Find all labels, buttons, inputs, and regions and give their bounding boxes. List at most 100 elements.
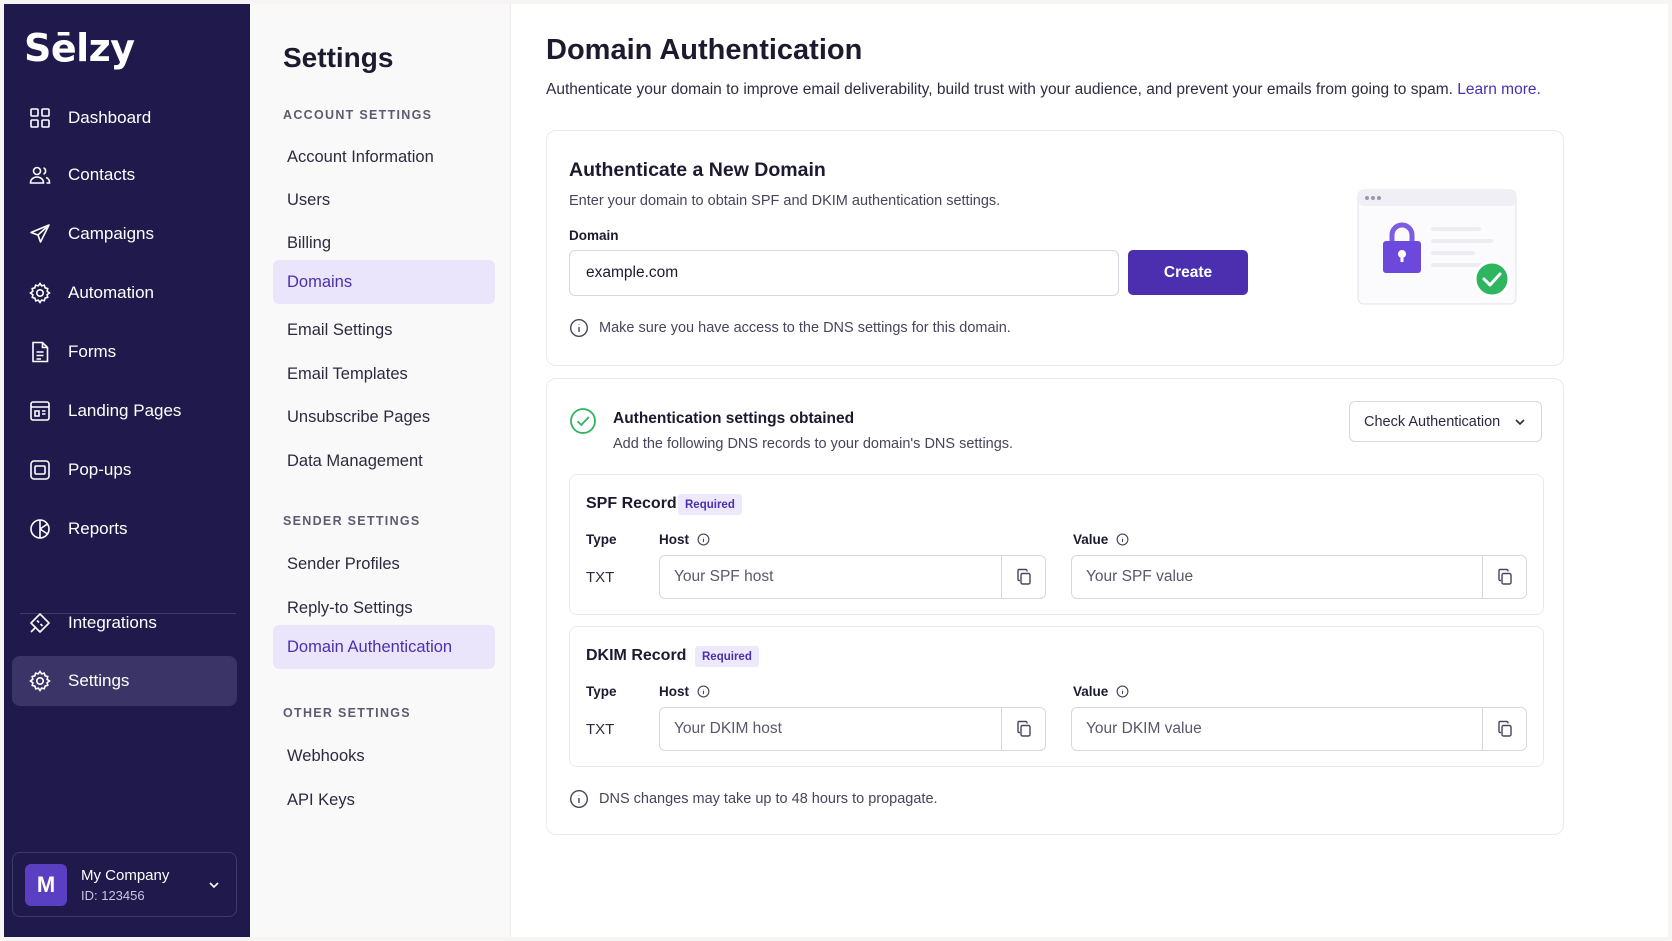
nav-item-campaigns[interactable]: Campaigns xyxy=(12,208,237,260)
subnav-item-account-information[interactable]: Account Information xyxy=(273,135,495,179)
hint-text: DNS changes may take up to 48 hours to p… xyxy=(599,791,938,807)
description-text: Authenticate your domain to improve emai… xyxy=(546,81,1453,98)
domain-input[interactable] xyxy=(569,250,1119,296)
domain-label: Domain xyxy=(569,228,619,243)
document-icon xyxy=(32,341,49,363)
nav-item-reports[interactable]: Reports xyxy=(12,503,237,555)
copy-icon xyxy=(1497,568,1512,585)
dkim-record-title: DKIM Record xyxy=(586,647,687,664)
host-label: Host xyxy=(659,532,710,547)
copy-dkim-host-button[interactable] xyxy=(1001,708,1045,750)
company-info: My Company ID: 123456 xyxy=(81,867,169,903)
nav-item-landing-pages[interactable]: Landing Pages xyxy=(12,385,237,437)
host-label: Host xyxy=(659,684,710,699)
info-icon[interactable] xyxy=(697,685,710,698)
spf-value-input[interactable] xyxy=(1072,556,1482,598)
subnav-item-users[interactable]: Users xyxy=(273,178,495,222)
host-label-text: Host xyxy=(659,532,689,547)
nav-item-settings[interactable]: Settings xyxy=(12,656,237,706)
dns-propagation-hint: DNS changes may take up to 48 hours to p… xyxy=(569,789,938,809)
info-icon xyxy=(569,318,589,338)
required-badge: Required xyxy=(695,646,759,667)
pie-chart-icon xyxy=(30,519,50,539)
app-window: Sēlzy Dashboard Contacts Campaigns Autom… xyxy=(4,4,1668,937)
new-domain-title: Authenticate a New Domain xyxy=(569,159,826,181)
company-switcher[interactable]: M My Company ID: 123456 xyxy=(12,852,237,917)
subnav-item-domains[interactable]: Domains xyxy=(273,260,495,304)
subnav-item-data-management[interactable]: Data Management xyxy=(273,439,495,483)
nav-label: Automation xyxy=(68,283,154,302)
spf-record-title: SPF Record xyxy=(586,495,677,512)
host-label-text: Host xyxy=(659,684,689,699)
value-label-text: Value xyxy=(1073,532,1109,547)
nav-label: Landing Pages xyxy=(68,401,182,420)
auth-records-card: Authentication settings obtained Add the… xyxy=(546,378,1564,835)
create-button[interactable]: Create xyxy=(1128,250,1248,295)
nav-label: Settings xyxy=(68,671,130,690)
nav-item-forms[interactable]: Forms xyxy=(12,326,237,378)
lock-illustration xyxy=(1357,189,1517,305)
gear-icon xyxy=(29,282,51,304)
value-label: Value xyxy=(1073,532,1129,547)
subnav-item-webhooks[interactable]: Webhooks xyxy=(273,734,495,778)
copy-dkim-value-button[interactable] xyxy=(1482,708,1526,750)
nav-item-dashboard[interactable]: Dashboard xyxy=(12,92,237,144)
settings-sidebar: Settings ACCOUNT SETTINGS Account Inform… xyxy=(250,4,511,937)
subnav-item-api-keys[interactable]: API Keys xyxy=(273,778,495,822)
check-circle-icon xyxy=(570,408,596,434)
subnav-item-domain-authentication[interactable]: Domain Authentication xyxy=(273,625,495,669)
spf-record: SPF Record Required Type Host Value TXT xyxy=(569,474,1544,615)
layout-icon xyxy=(30,401,50,421)
section-heading-account: ACCOUNT SETTINGS xyxy=(283,108,433,122)
company-id: ID: 123456 xyxy=(81,887,145,903)
spf-host-field xyxy=(659,555,1046,599)
subnav-item-sender-profiles[interactable]: Sender Profiles xyxy=(273,542,495,586)
subnav-item-email-templates[interactable]: Email Templates xyxy=(273,352,495,396)
popup-icon xyxy=(30,460,50,480)
copy-spf-value-button[interactable] xyxy=(1482,556,1526,598)
copy-icon xyxy=(1016,568,1031,585)
section-heading-sender: SENDER SETTINGS xyxy=(283,514,421,528)
type-label: Type xyxy=(586,532,617,547)
nav-label: Contacts xyxy=(68,165,136,184)
plug-icon xyxy=(30,613,50,633)
nav-label: Reports xyxy=(68,519,128,538)
type-label: Type xyxy=(586,684,617,699)
required-badge: Required xyxy=(678,494,742,515)
nav-label: Dashboard xyxy=(68,108,152,127)
dkim-host-input[interactable] xyxy=(660,708,1001,750)
nav-label: Pop-ups xyxy=(68,460,132,479)
spf-value-field xyxy=(1071,555,1527,599)
dkim-value-field xyxy=(1071,707,1527,751)
grid-icon xyxy=(30,108,50,128)
dkim-value-input[interactable] xyxy=(1072,708,1482,750)
subnav-item-unsubscribe-pages[interactable]: Unsubscribe Pages xyxy=(273,395,495,439)
info-icon[interactable] xyxy=(1116,685,1129,698)
info-icon[interactable] xyxy=(1116,533,1129,546)
info-icon[interactable] xyxy=(697,533,710,546)
nav-item-integrations[interactable]: Integrations xyxy=(12,597,237,649)
chevron-down-icon xyxy=(1515,419,1525,426)
selzy-logo[interactable]: Sēlzy xyxy=(24,26,135,70)
settings-icon xyxy=(29,670,51,692)
subnav-item-billing[interactable]: Billing xyxy=(273,221,495,265)
nav-item-contacts[interactable]: Contacts xyxy=(12,149,237,201)
new-domain-subtitle: Enter your domain to obtain SPF and DKIM… xyxy=(569,193,1001,209)
nav-item-pop-ups[interactable]: Pop-ups xyxy=(12,444,237,496)
spf-host-input[interactable] xyxy=(660,556,1001,598)
info-icon xyxy=(569,789,589,809)
company-name: My Company xyxy=(81,866,170,884)
check-authentication-dropdown[interactable]: Check Authentication xyxy=(1349,401,1542,442)
main-content: Domain Authentication Authenticate your … xyxy=(511,4,1668,937)
learn-more-link[interactable]: Learn more. xyxy=(1457,81,1541,98)
copy-spf-host-button[interactable] xyxy=(1001,556,1045,598)
copy-icon xyxy=(1016,720,1031,737)
value-label-text: Value xyxy=(1073,684,1109,699)
subnav-item-email-settings[interactable]: Email Settings xyxy=(273,308,495,352)
nav-item-automation[interactable]: Automation xyxy=(12,267,237,319)
users-icon xyxy=(29,166,51,184)
auth-obtained-subtitle: Add the following DNS records to your do… xyxy=(613,436,1014,452)
dns-access-hint: Make sure you have access to the DNS set… xyxy=(569,318,1011,338)
subnav-item-reply-to-settings[interactable]: Reply-to Settings xyxy=(273,586,495,630)
dkim-host-field xyxy=(659,707,1046,751)
